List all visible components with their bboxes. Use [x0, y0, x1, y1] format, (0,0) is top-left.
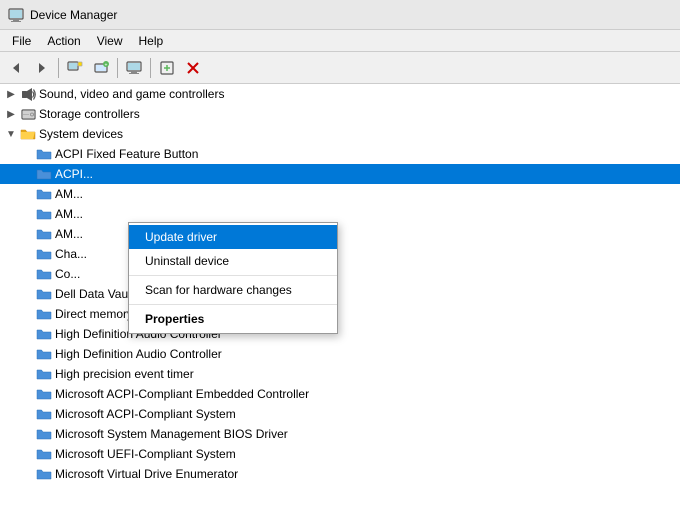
ctx-scan-hardware[interactable]: Scan for hardware changes — [129, 278, 337, 302]
ctx-properties[interactable]: Properties — [129, 307, 337, 331]
back-button[interactable] — [4, 56, 28, 80]
icon-ms-vde — [36, 466, 52, 482]
tree-item-hda1[interactable]: ▶ High Definition Audio Controller — [0, 324, 680, 344]
computer-toolbar-button[interactable] — [122, 56, 146, 80]
update-driver-toolbar-button[interactable]: + — [89, 56, 113, 80]
icon-ms-uefi — [36, 446, 52, 462]
cha-label: Cha... — [55, 247, 87, 261]
tree-item-acpi-x[interactable]: ▶ ACPI... — [0, 164, 680, 184]
icon-ms-acpi-sys — [36, 406, 52, 422]
icon-am1 — [36, 186, 52, 202]
context-menu: Update driver Uninstall device Scan for … — [128, 222, 338, 334]
toggle-system[interactable]: ▼ — [4, 127, 18, 141]
icon-hda1 — [36, 326, 52, 342]
tree-item-am2[interactable]: ▶ AM... — [0, 204, 680, 224]
icon-am2 — [36, 206, 52, 222]
icon-co — [36, 266, 52, 282]
co-label: Co... — [55, 267, 80, 281]
tree-item-am1[interactable]: ▶ AM... — [0, 184, 680, 204]
tree-item-ms-vde[interactable]: ▶ Microsoft Virtual Drive Enumerator — [0, 464, 680, 484]
ms-vde-label: Microsoft Virtual Drive Enumerator — [55, 467, 238, 481]
acpi-fixed-label: ACPI Fixed Feature Button — [55, 147, 198, 161]
tree-item-hpet[interactable]: ▶ High precision event timer — [0, 364, 680, 384]
am2-label: AM... — [55, 207, 83, 221]
am1-label: AM... — [55, 187, 83, 201]
system-label: System devices — [39, 127, 123, 141]
menu-view[interactable]: View — [89, 32, 131, 50]
tree-item-ms-sys-mgmt[interactable]: ▶ Microsoft System Management BIOS Drive… — [0, 424, 680, 444]
ms-uefi-label: Microsoft UEFI-Compliant System — [55, 447, 236, 461]
ctx-sep-2 — [129, 304, 337, 305]
icon-dell-data — [36, 286, 52, 302]
icon-am3 — [36, 226, 52, 242]
device-tree[interactable]: ▶ Sound, video and game controllers ▶ St… — [0, 84, 680, 529]
title-bar-app-icon — [8, 7, 24, 23]
tree-item-co[interactable]: ▶ Co... — [0, 264, 680, 284]
ctx-update-driver[interactable]: Update driver — [129, 225, 337, 249]
tree-item-am3[interactable]: ▶ AM... — [0, 224, 680, 244]
toolbar-sep-2 — [117, 58, 118, 78]
forward-button[interactable] — [30, 56, 54, 80]
svg-text:+: + — [105, 62, 108, 68]
tree-item-hda2[interactable]: ▶ High Definition Audio Controller — [0, 344, 680, 364]
ms-acpi-sys-label: Microsoft ACPI-Compliant System — [55, 407, 236, 421]
ctx-uninstall-device[interactable]: Uninstall device — [129, 249, 337, 273]
ctx-sep-1 — [129, 275, 337, 276]
icon-hda2 — [36, 346, 52, 362]
ms-acpi-emb-label: Microsoft ACPI-Compliant Embedded Contro… — [55, 387, 309, 401]
app-title: Device Manager — [30, 8, 117, 22]
icon-cha — [36, 246, 52, 262]
menu-help[interactable]: Help — [131, 32, 172, 50]
toggle-storage[interactable]: ▶ — [4, 107, 18, 121]
icon-ms-sys-mgmt — [36, 426, 52, 442]
tree-item-acpi-fixed[interactable]: ▶ ACPI Fixed Feature Button — [0, 144, 680, 164]
hpet-label: High precision event timer — [55, 367, 194, 381]
menu-file[interactable]: File — [4, 32, 39, 50]
title-bar: Device Manager — [0, 0, 680, 30]
icon-hpet — [36, 366, 52, 382]
tree-item-system[interactable]: ▼ System devices — [0, 124, 680, 144]
tree-item-ms-acpi-emb[interactable]: ▶ Microsoft ACPI-Compliant Embedded Cont… — [0, 384, 680, 404]
storage-label: Storage controllers — [39, 107, 140, 121]
add-toolbar-button[interactable] — [155, 56, 179, 80]
tree-item-storage[interactable]: ▶ Storage controllers — [0, 104, 680, 124]
remove-toolbar-button[interactable] — [181, 56, 205, 80]
icon-acpi-fixed — [36, 146, 52, 162]
am3-label: AM... — [55, 227, 83, 241]
tree-item-cha[interactable]: ▶ Cha... — [0, 244, 680, 264]
toggle-sound[interactable]: ▶ — [4, 87, 18, 101]
icon-storage — [20, 106, 36, 122]
icon-direct-mem — [36, 306, 52, 322]
tree-item-direct-mem[interactable]: ▶ Direct memory access controller — [0, 304, 680, 324]
acpi-x-label: ACPI... — [55, 167, 93, 181]
icon-ms-acpi-emb — [36, 386, 52, 402]
tree-item-ms-uefi[interactable]: ▶ Microsoft UEFI-Compliant System — [0, 444, 680, 464]
menu-action[interactable]: Action — [39, 32, 88, 50]
toolbar: + — [0, 52, 680, 84]
toolbar-sep-3 — [150, 58, 151, 78]
toolbar-sep-1 — [58, 58, 59, 78]
icon-acpi-x — [36, 166, 52, 182]
sound-label: Sound, video and game controllers — [39, 87, 224, 101]
ms-sys-mgmt-label: Microsoft System Management BIOS Driver — [55, 427, 288, 441]
properties-toolbar-button[interactable] — [63, 56, 87, 80]
tree-item-sound[interactable]: ▶ Sound, video and game controllers — [0, 84, 680, 104]
tree-item-ms-acpi-sys[interactable]: ▶ Microsoft ACPI-Compliant System — [0, 404, 680, 424]
tree-item-dell-data[interactable]: ▶ Dell Data Vault Control Device — [0, 284, 680, 304]
icon-sound — [20, 86, 36, 102]
menu-bar: File Action View Help — [0, 30, 680, 52]
hda2-label: High Definition Audio Controller — [55, 347, 222, 361]
icon-system — [20, 126, 36, 142]
